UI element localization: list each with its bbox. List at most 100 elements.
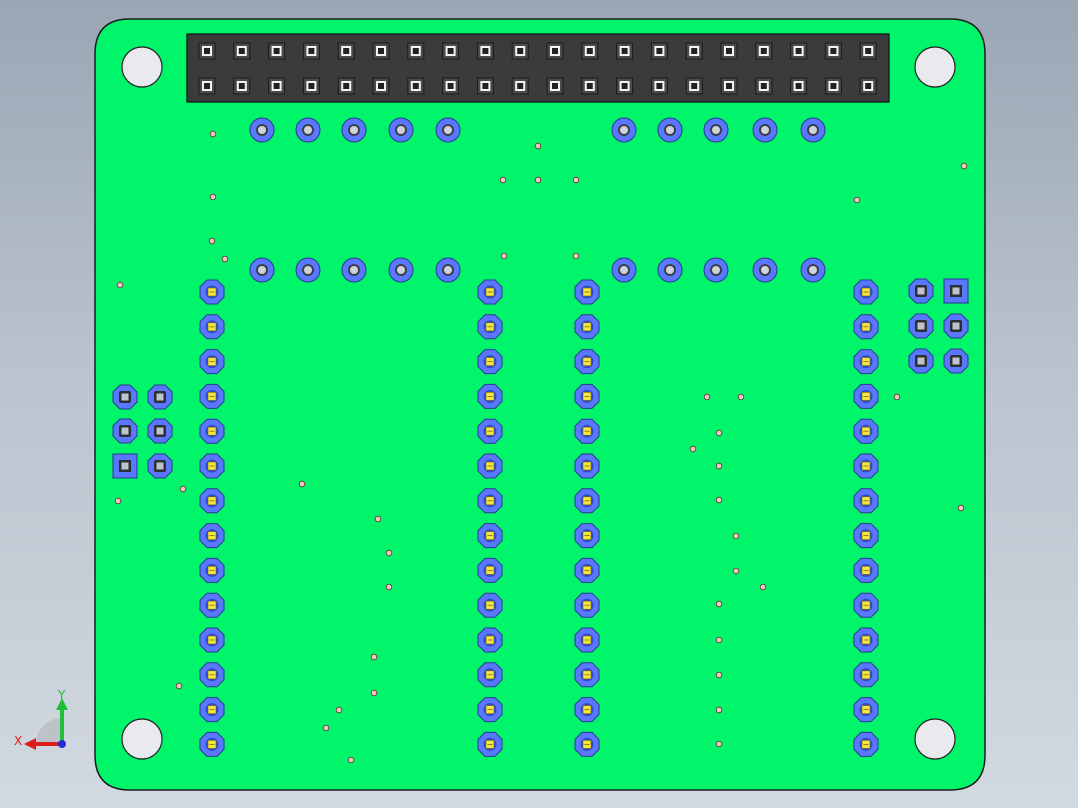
header-pin[interactable] — [790, 77, 808, 95]
header-pin[interactable] — [859, 77, 877, 95]
square-pad[interactable] — [943, 278, 969, 304]
pin-pad — [477, 731, 503, 757]
pin-pad — [199, 383, 225, 409]
pin-pad — [477, 279, 503, 305]
header-pin[interactable] — [650, 42, 668, 60]
header-pin[interactable] — [581, 42, 599, 60]
pin-pad — [853, 697, 879, 723]
header-pin[interactable] — [442, 77, 460, 95]
pin-pad — [574, 418, 600, 444]
header-pin[interactable] — [268, 77, 286, 95]
header-pin[interactable] — [616, 42, 634, 60]
round-pad — [388, 257, 414, 283]
header-pin[interactable] — [685, 42, 703, 60]
header-pin[interactable] — [859, 42, 877, 60]
header-pin[interactable] — [337, 42, 355, 60]
header-pin[interactable] — [302, 42, 320, 60]
header-pin[interactable] — [372, 77, 390, 95]
header-pin[interactable] — [546, 77, 564, 95]
pin-pad — [853, 383, 879, 409]
round-pad — [657, 257, 683, 283]
jumper-pin[interactable] — [112, 384, 138, 410]
header-pin[interactable] — [720, 77, 738, 95]
header-pin[interactable] — [511, 77, 529, 95]
jumper-pin[interactable] — [908, 348, 934, 374]
header-pin[interactable] — [476, 77, 494, 95]
pcb-board[interactable] — [94, 18, 986, 791]
jumper-pin[interactable] — [943, 313, 969, 339]
pin-pad — [574, 731, 600, 757]
header-body — [186, 33, 890, 103]
pin-pad — [477, 592, 503, 618]
axis-triad: X Y — [14, 688, 68, 750]
pin-pad — [853, 488, 879, 514]
header-pin[interactable] — [268, 42, 286, 60]
jumper-pin[interactable] — [147, 418, 173, 444]
round-pad — [611, 257, 637, 283]
pin-pad — [477, 697, 503, 723]
header-pin[interactable] — [302, 77, 320, 95]
pin-pad — [574, 627, 600, 653]
jumper-pin[interactable] — [943, 348, 969, 374]
header-pin[interactable] — [198, 42, 216, 60]
pin-pad — [199, 627, 225, 653]
header-pin[interactable] — [233, 77, 251, 95]
header-pin[interactable] — [476, 42, 494, 60]
jumper-pin[interactable] — [908, 278, 934, 304]
via — [715, 706, 723, 714]
pin-pad — [853, 349, 879, 375]
header-pin[interactable] — [790, 42, 808, 60]
jumper-pin[interactable] — [147, 453, 173, 479]
header-pin[interactable] — [650, 77, 668, 95]
header-pin[interactable] — [198, 77, 216, 95]
header-pin[interactable] — [720, 42, 738, 60]
pin-pad — [574, 523, 600, 549]
header-pin[interactable] — [511, 42, 529, 60]
header-pin[interactable] — [824, 77, 842, 95]
cad-viewport[interactable]: X Y — [0, 0, 1078, 808]
via — [116, 281, 124, 289]
pin-pad — [574, 279, 600, 305]
header-40pin[interactable] — [186, 33, 890, 103]
header-pin[interactable] — [755, 77, 773, 95]
pin-pad — [199, 523, 225, 549]
pin-pad — [574, 697, 600, 723]
header-pin[interactable] — [824, 42, 842, 60]
header-pin[interactable] — [233, 42, 251, 60]
pin-pad — [199, 557, 225, 583]
header-pin[interactable] — [442, 42, 460, 60]
jumper-pin[interactable] — [908, 313, 934, 339]
jumper-pin[interactable] — [112, 418, 138, 444]
x-axis-arrow — [24, 738, 36, 750]
via — [534, 176, 542, 184]
header-pin[interactable] — [407, 77, 425, 95]
pin-pad — [477, 662, 503, 688]
via — [960, 162, 968, 170]
y-axis-label: Y — [57, 688, 66, 702]
pin-pad — [853, 418, 879, 444]
header-pin[interactable] — [685, 77, 703, 95]
pin-pad — [574, 383, 600, 409]
header-pin[interactable] — [407, 42, 425, 60]
header-pin[interactable] — [337, 77, 355, 95]
jumper-pin[interactable] — [147, 384, 173, 410]
round-pad — [341, 257, 367, 283]
round-pad — [611, 117, 637, 143]
header-pin[interactable] — [581, 77, 599, 95]
via — [385, 583, 393, 591]
header-pin[interactable] — [546, 42, 564, 60]
pin-pad — [574, 662, 600, 688]
pin-pad — [477, 314, 503, 340]
square-pad[interactable] — [112, 453, 138, 479]
via — [572, 252, 580, 260]
header-pin[interactable] — [616, 77, 634, 95]
header-pin[interactable] — [372, 42, 390, 60]
round-pad — [341, 117, 367, 143]
round-pad — [752, 257, 778, 283]
pin-pad — [853, 314, 879, 340]
via — [732, 567, 740, 575]
via — [715, 740, 723, 748]
via — [853, 196, 861, 204]
header-pin[interactable] — [755, 42, 773, 60]
pin-pad — [574, 453, 600, 479]
